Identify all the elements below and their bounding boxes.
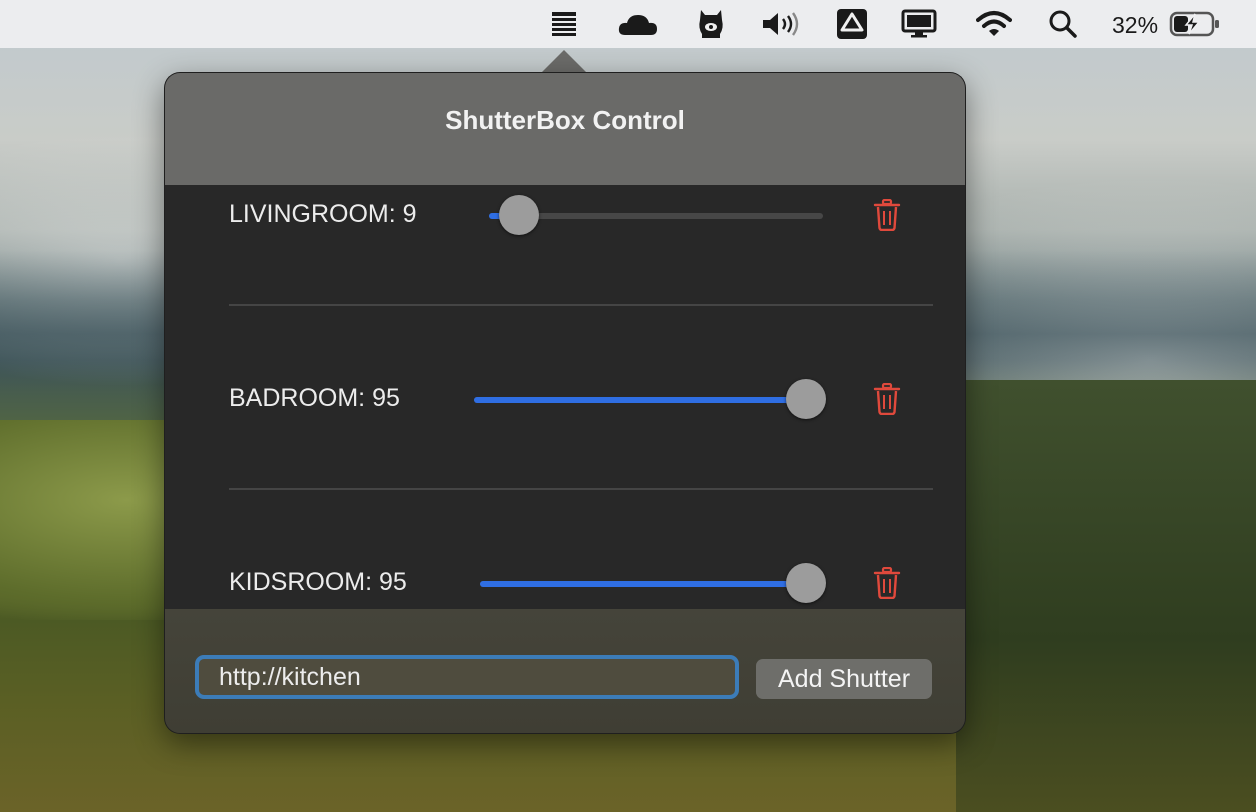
popover-arrow <box>540 50 588 74</box>
search-icon[interactable] <box>1046 8 1080 40</box>
popover-title: ShutterBox Control <box>445 105 685 135</box>
shutter-slider[interactable] <box>480 563 826 603</box>
shutter-row-livingroom: LIVINGROOM: 9 <box>165 185 965 245</box>
slider-thumb[interactable] <box>786 563 826 603</box>
volume-icon[interactable] <box>760 8 804 40</box>
shutterbox-icon[interactable] <box>548 8 580 40</box>
popover-header: ShutterBox Control <box>165 73 965 185</box>
trash-icon[interactable] <box>873 198 901 232</box>
shutterbox-popover: ShutterBox Control LIVINGROOM: 9 BADROOM… <box>164 72 966 734</box>
drive-icon[interactable] <box>834 8 870 40</box>
trash-icon[interactable] <box>873 382 901 416</box>
shutter-label: LIVINGROOM: 9 <box>229 200 417 228</box>
battery-icon[interactable] <box>1168 8 1222 40</box>
shutter-row-badroom: BADROOM: 95 <box>165 369 965 429</box>
shutter-label: BADROOM: 95 <box>229 384 400 412</box>
shutter-slider[interactable] <box>489 195 823 235</box>
slider-thumb[interactable] <box>499 195 539 235</box>
trash-icon[interactable] <box>873 566 901 600</box>
slider-fill <box>474 397 806 403</box>
wifi-icon[interactable] <box>974 8 1014 40</box>
slider-fill <box>480 581 806 587</box>
shutter-label: KIDSROOM: 95 <box>229 568 407 596</box>
menu-bar: 32% <box>0 0 1256 48</box>
add-shutter-button[interactable]: Add Shutter <box>756 659 932 699</box>
wallpaper-forest <box>956 380 1256 812</box>
row-divider <box>229 304 933 306</box>
alpaca-icon[interactable] <box>694 8 728 40</box>
row-divider <box>229 488 933 490</box>
shutter-slider[interactable] <box>474 379 826 419</box>
display-icon[interactable] <box>900 8 938 40</box>
slider-track <box>489 213 823 219</box>
battery-percent: 32% <box>1112 12 1159 38</box>
popover-footer: Add Shutter <box>165 609 965 733</box>
shutter-list[interactable]: LIVINGROOM: 9 BADROOM: 95 KIDSROOM: 95 <box>165 185 965 609</box>
shutter-url-input[interactable] <box>195 655 739 699</box>
slider-thumb[interactable] <box>786 379 826 419</box>
shutter-row-kidsroom: KIDSROOM: 95 <box>165 553 965 609</box>
cloud-icon[interactable] <box>616 8 660 40</box>
